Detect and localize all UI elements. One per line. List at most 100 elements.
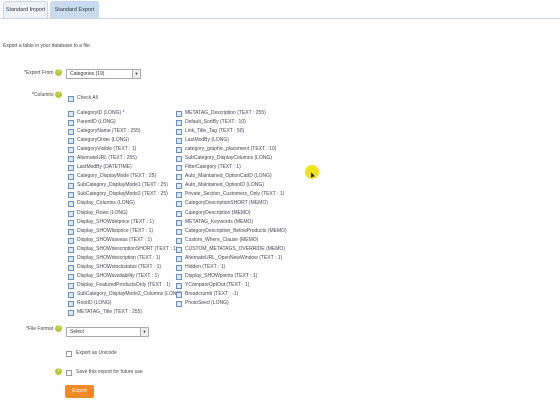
column-label: CUSTOM_METATAGS_OVERRIDE (MEMO) xyxy=(185,245,285,252)
check-all-checkbox[interactable] xyxy=(68,96,74,102)
export-button[interactable]: Export xyxy=(65,385,94,398)
column-label: Display_Rows (LONG) xyxy=(77,209,128,216)
column-label: Display_SHOWdescription (TEXT : 1) xyxy=(77,254,161,261)
column-label: Auto_Maintained_OptionCatID (LONG) xyxy=(185,173,272,180)
column-label: Display_SHOWlistprice (TEXT : 1) xyxy=(77,227,154,234)
column-label: CategoryDescriptionSHORT (MEMO) xyxy=(185,200,268,207)
column-checkbox[interactable] xyxy=(68,237,74,244)
column-checkbox[interactable] xyxy=(68,138,74,145)
column-checkbox[interactable] xyxy=(68,228,74,235)
column-checkbox[interactable] xyxy=(68,246,74,253)
columns-help-icon[interactable]: ? xyxy=(55,91,62,98)
column-checkbox[interactable] xyxy=(68,210,74,217)
column-checkbox[interactable] xyxy=(176,183,182,190)
save-export-label: Save this export for future use xyxy=(76,369,143,375)
column-checkbox[interactable] xyxy=(68,201,74,208)
file-format-label: *File Format xyxy=(26,326,54,332)
column-label: category_graphic_placement (TEXT : 10) xyxy=(185,146,277,153)
file-format-value: Select xyxy=(70,329,84,335)
column-checkbox[interactable] xyxy=(176,228,182,235)
column-checkbox[interactable] xyxy=(176,120,182,127)
column-checkbox[interactable] xyxy=(68,129,74,136)
page-description: Export a table in your database to a fil… xyxy=(3,43,92,49)
column-label: SubCategory_DisplayMode1 (TEXT : 25) xyxy=(77,182,168,189)
tab-standard-import[interactable]: Standard Import xyxy=(3,1,48,18)
column-label: Display_SHOWavailability (TEXT : 1) xyxy=(77,272,159,279)
column-checkbox[interactable] xyxy=(176,111,182,117)
column-label: Default_SortBy (TEXT : 10) xyxy=(185,119,246,126)
column-label: SubCategory_DisplayMode2 (TEXT : 25) xyxy=(77,191,168,198)
column-checkbox[interactable] xyxy=(68,183,74,190)
column-checkbox[interactable] xyxy=(176,300,182,307)
column-checkbox[interactable] xyxy=(68,282,74,289)
export-from-select[interactable]: Categories (19) ▼ xyxy=(66,69,141,79)
export-from-label: *Export From xyxy=(24,70,54,76)
column-checkbox[interactable] xyxy=(68,156,74,163)
column-checkbox[interactable] xyxy=(176,174,182,181)
column-label: CategoryID (LONG) * xyxy=(77,110,125,116)
column-label: SubCategory_DisplayMode2_Columns (LONG) xyxy=(77,290,183,297)
column-label: YCompareOptOut (TEXT : 1) xyxy=(185,281,250,288)
column-checkbox[interactable] xyxy=(176,129,182,136)
column-checkbox[interactable] xyxy=(68,165,74,172)
column-checkbox[interactable] xyxy=(68,174,74,181)
column-checkbox[interactable] xyxy=(68,255,74,262)
column-label: Display_SHOWdetprice (TEXT : 1) xyxy=(77,218,154,225)
column-checkbox[interactable] xyxy=(176,147,182,154)
column-checkbox[interactable] xyxy=(176,156,182,163)
column-checkbox[interactable] xyxy=(176,291,182,298)
column-label: FilterCategory (TEXT : 1) xyxy=(185,164,241,171)
column-checkbox[interactable] xyxy=(176,210,182,217)
column-label: Auto_Maintained_OptionID (LONG) xyxy=(185,182,264,189)
column-checkbox[interactable] xyxy=(176,201,182,208)
tab-divider xyxy=(0,18,560,19)
column-checkbox[interactable] xyxy=(68,219,74,226)
column-label: Custom_Where_Clause (MEMO) xyxy=(185,236,259,243)
column-label: CategoryDescription_BelowProducts (MEMO) xyxy=(185,227,287,234)
column-checkbox[interactable] xyxy=(176,138,182,145)
tab-bar: Standard Import Standard Export xyxy=(0,0,560,19)
column-checkbox[interactable] xyxy=(68,273,74,280)
column-checkbox[interactable] xyxy=(176,165,182,172)
column-label: Link_Title_Tag (TEXT : 50) xyxy=(185,128,245,135)
column-label: METATAG_Title (TEXT : 255) xyxy=(77,309,143,316)
column-checkbox[interactable] xyxy=(176,264,182,271)
column-checkbox[interactable] xyxy=(176,192,182,199)
column-checkbox[interactable] xyxy=(68,264,74,271)
column-label: METATAG_Keywords (MEMO) xyxy=(185,218,254,225)
column-checkbox[interactable] xyxy=(176,255,182,262)
columns-label: *Columns xyxy=(32,92,54,98)
export-unicode-label: Export as Unicode xyxy=(76,350,117,356)
column-label: Display_Columns (LONG) xyxy=(77,200,135,207)
column-checkbox[interactable] xyxy=(68,192,74,199)
save-export-checkbox[interactable] xyxy=(66,370,72,376)
column-label: ParentID (LONG) xyxy=(77,119,116,126)
file-format-help-icon[interactable]: ? xyxy=(55,325,62,332)
column-label: Display_FeaturedProductsOnly (TEXT : 1) xyxy=(77,281,171,288)
column-checkbox[interactable] xyxy=(68,111,74,117)
export-unicode-checkbox[interactable] xyxy=(66,351,72,357)
column-checkbox[interactable] xyxy=(68,291,74,298)
file-format-select[interactable]: Select ▼ xyxy=(66,327,149,337)
column-checkbox[interactable] xyxy=(68,310,74,317)
column-label: METATAG_Description (TEXT : 255) xyxy=(185,110,266,116)
column-checkbox[interactable] xyxy=(68,120,74,127)
column-checkbox[interactable] xyxy=(176,273,182,280)
column-checkbox[interactable] xyxy=(176,219,182,226)
tab-standard-export[interactable]: Standard Export xyxy=(50,1,99,18)
column-checkbox[interactable] xyxy=(176,246,182,253)
column-checkbox[interactable] xyxy=(176,282,182,289)
column-label: SubCategory_DisplayColumns (LONG) xyxy=(185,155,272,162)
column-checkbox[interactable] xyxy=(68,147,74,154)
column-label: AlternateURL_OpenNewWindow (TEXT : 1) xyxy=(185,254,283,261)
column-label: AlternateURL (TEXT : 255) xyxy=(77,155,137,162)
save-export-help-icon[interactable]: ? xyxy=(55,368,62,375)
check-all-label: Check All xyxy=(77,95,98,101)
column-label: CategoryOrder (LONG) xyxy=(77,137,129,144)
column-checkbox[interactable] xyxy=(176,237,182,244)
column-label: Display_SHOWpoints (TEXT : 1) xyxy=(185,272,258,279)
column-checkbox[interactable] xyxy=(68,300,74,307)
export-from-help-icon[interactable]: ? xyxy=(55,69,62,76)
column-label: PhotoSeed (LONG) xyxy=(185,299,229,306)
column-label: LastModBy (DATETIME) xyxy=(77,164,132,171)
